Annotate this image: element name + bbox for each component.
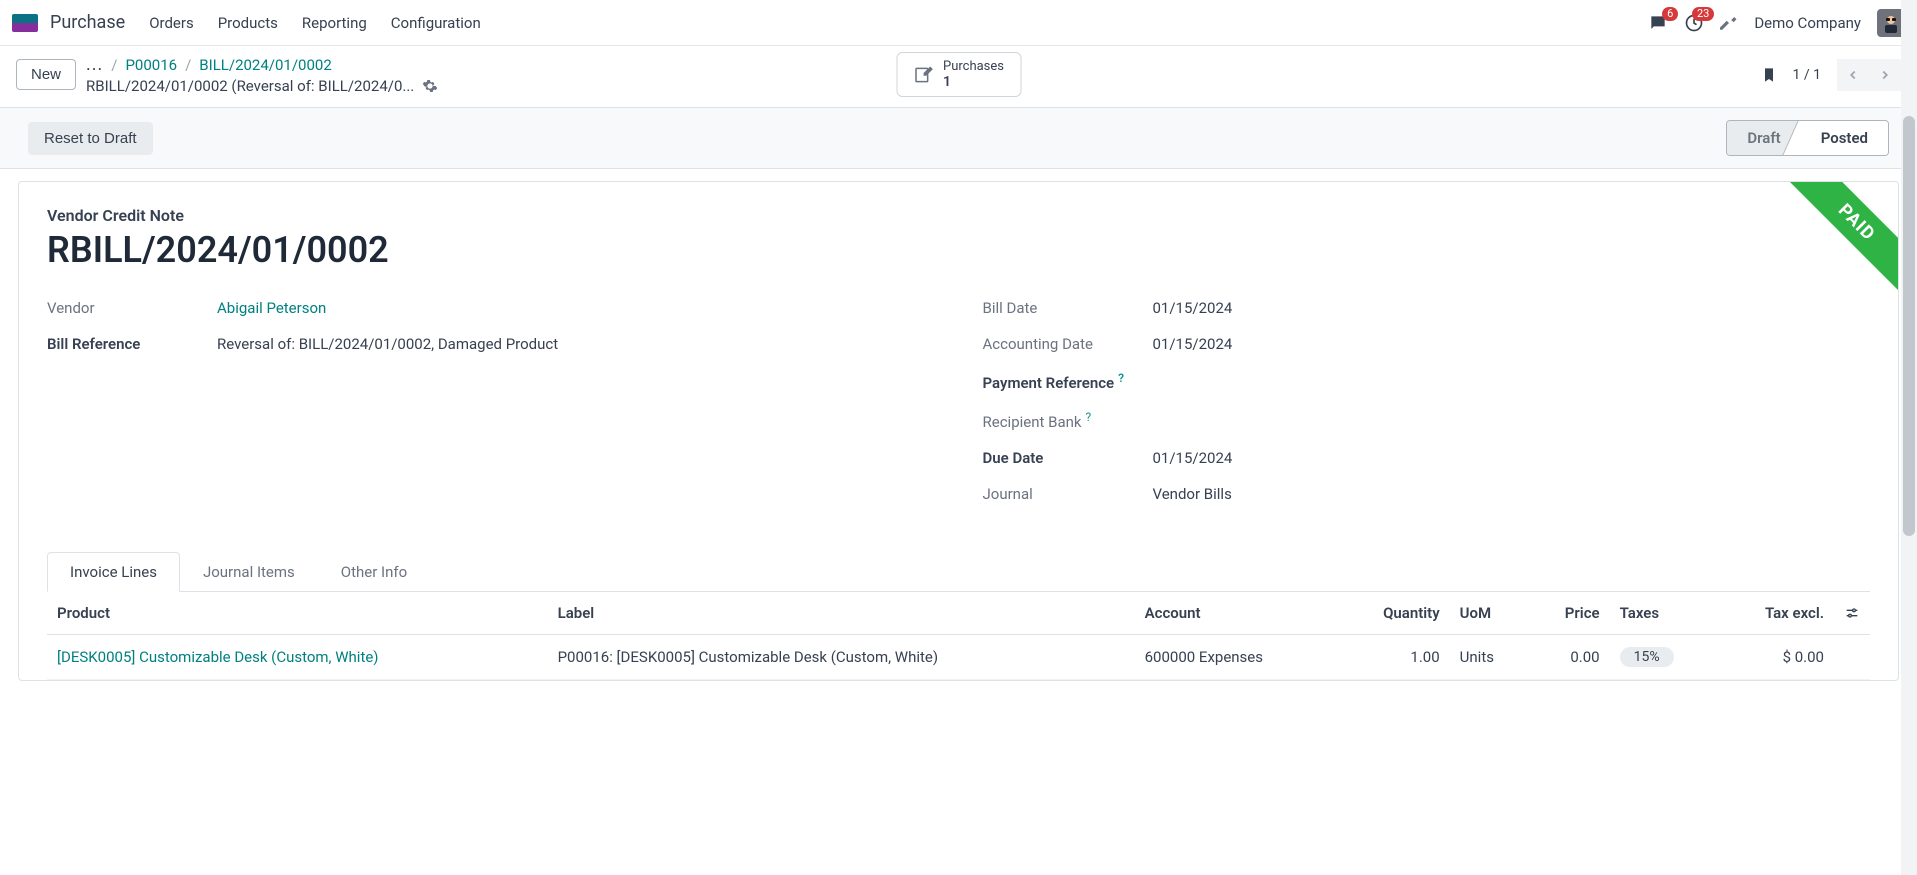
breadcrumb-p00016[interactable]: P00016: [125, 56, 177, 74]
form-col-right: Bill Date 01/15/2024 Accounting Date 01/…: [983, 299, 1871, 521]
cell-account[interactable]: 600000 Expenses: [1135, 635, 1338, 680]
messages-badge: 6: [1662, 7, 1678, 21]
cell-taxes[interactable]: 15%: [1610, 635, 1718, 680]
cell-uom[interactable]: Units: [1450, 635, 1530, 680]
nav-links: Orders Products Reporting Configuration: [149, 14, 481, 32]
payref-value[interactable]: [1153, 371, 1871, 392]
nav-reporting[interactable]: Reporting: [302, 14, 367, 32]
app-title[interactable]: Purchase: [50, 12, 125, 33]
pager-prev[interactable]: [1837, 59, 1869, 91]
chevron-left-icon: [1846, 68, 1860, 82]
status-posted[interactable]: Posted: [1801, 121, 1888, 155]
cell-product[interactable]: [DESK0005] Customizable Desk (Custom, Wh…: [57, 648, 379, 666]
table-row[interactable]: [DESK0005] Customizable Desk (Custom, Wh…: [47, 635, 1870, 680]
pager-next[interactable]: [1869, 59, 1901, 91]
scrollbar-thumb[interactable]: [1903, 116, 1915, 536]
chevron-right-icon: [1878, 68, 1892, 82]
status-bar: Reset to Draft Draft Posted: [0, 107, 1917, 169]
invoice-lines-table: Product Label Account Quantity UoM Price…: [47, 592, 1870, 680]
pencil-square-icon: [913, 65, 933, 85]
vendor-link[interactable]: Abigail Peterson: [217, 299, 326, 317]
breadcrumb-current: RBILL/2024/01/0002 (Reversal of: BILL/20…: [86, 77, 414, 95]
billdate-value: 01/15/2024: [1153, 299, 1871, 317]
sliders-icon: [1844, 605, 1860, 621]
tabs: Invoice Lines Journal Items Other Info: [47, 551, 1870, 592]
th-taxes[interactable]: Taxes: [1610, 592, 1718, 635]
payref-label: Payment Reference?: [983, 371, 1153, 392]
pager-buttons: [1837, 59, 1901, 91]
cell-taxexcl[interactable]: $ 0.00: [1718, 635, 1834, 680]
nav-orders[interactable]: Orders: [149, 14, 194, 32]
breadcrumb-sep: /: [111, 56, 117, 74]
wrench-icon: [1720, 14, 1738, 32]
duedate-value: 01/15/2024: [1153, 449, 1871, 467]
form-sheet: PAID Vendor Credit Note RBILL/2024/01/00…: [18, 181, 1899, 681]
breadcrumb-sep: /: [185, 56, 191, 74]
tab-other-info[interactable]: Other Info: [318, 552, 430, 592]
stat-value: 1: [943, 74, 1004, 90]
breadcrumb-bill[interactable]: BILL/2024/01/0002: [199, 56, 331, 74]
purchases-stat[interactable]: Purchases 1: [896, 52, 1021, 97]
activities-button[interactable]: 23: [1684, 13, 1704, 33]
help-icon[interactable]: ?: [1086, 410, 1092, 424]
th-columns-toggle[interactable]: [1834, 592, 1870, 635]
control-panel-right: 1 / 1: [1761, 59, 1901, 91]
journal-label: Journal: [983, 485, 1153, 503]
acctdate-label: Accounting Date: [983, 335, 1153, 353]
control-panel: New ... / P00016 / BILL/2024/01/0002 RBI…: [0, 46, 1917, 107]
th-product[interactable]: Product: [47, 592, 548, 635]
billref-label: Bill Reference: [47, 335, 217, 353]
th-uom[interactable]: UoM: [1450, 592, 1530, 635]
vendor-label: Vendor: [47, 299, 217, 317]
nav-products[interactable]: Products: [218, 14, 278, 32]
bookmark-button[interactable]: [1761, 65, 1777, 85]
doc-type: Vendor Credit Note: [47, 206, 1870, 225]
tax-pill: 15%: [1620, 647, 1674, 667]
breadcrumb: ... / P00016 / BILL/2024/01/0002 RBILL/2…: [86, 54, 438, 95]
th-quantity[interactable]: Quantity: [1337, 592, 1449, 635]
top-nav: Purchase Orders Products Reporting Confi…: [0, 0, 1917, 46]
debug-button[interactable]: [1720, 14, 1738, 32]
tab-invoice-lines[interactable]: Invoice Lines: [47, 552, 180, 592]
gear-icon: [422, 78, 438, 94]
status-pills: Draft Posted: [1726, 120, 1889, 156]
reset-to-draft-button[interactable]: Reset to Draft: [28, 122, 153, 155]
company-name[interactable]: Demo Company: [1754, 14, 1861, 32]
pager-text[interactable]: 1 / 1: [1793, 67, 1821, 83]
nav-configuration[interactable]: Configuration: [391, 14, 481, 32]
breadcrumb-ellipsis[interactable]: ...: [86, 54, 103, 75]
new-button[interactable]: New: [16, 59, 76, 90]
avatar-icon: [1879, 11, 1903, 35]
cell-price[interactable]: 0.00: [1529, 635, 1609, 680]
help-icon[interactable]: ?: [1118, 371, 1124, 385]
billdate-label: Bill Date: [983, 299, 1153, 317]
th-account[interactable]: Account: [1135, 592, 1338, 635]
topnav-right: 6 23 Demo Company: [1648, 9, 1905, 37]
recbank-value[interactable]: [1153, 410, 1871, 431]
cell-quantity[interactable]: 1.00: [1337, 635, 1449, 680]
cell-label[interactable]: P00016: [DESK0005] Customizable Desk (Cu…: [548, 635, 1135, 680]
recbank-label: Recipient Bank?: [983, 410, 1153, 431]
scrollbar[interactable]: [1901, 0, 1917, 875]
activities-badge: 23: [1692, 7, 1714, 21]
th-taxexcl[interactable]: Tax excl.: [1718, 592, 1834, 635]
acctdate-value: 01/15/2024: [1153, 335, 1871, 353]
form-grid: Vendor Abigail Peterson Bill Reference R…: [47, 299, 1870, 521]
bookmark-icon: [1761, 65, 1777, 85]
th-price[interactable]: Price: [1529, 592, 1609, 635]
doc-number: RBILL/2024/01/0002: [47, 229, 1870, 271]
table-header-row: Product Label Account Quantity UoM Price…: [47, 592, 1870, 635]
duedate-label: Due Date: [983, 449, 1153, 467]
tab-journal-items[interactable]: Journal Items: [180, 552, 318, 592]
journal-value: Vendor Bills: [1153, 485, 1871, 503]
app-logo[interactable]: [12, 14, 38, 32]
stat-label: Purchases: [943, 59, 1004, 74]
messages-button[interactable]: 6: [1648, 13, 1668, 33]
actions-gear[interactable]: [422, 78, 438, 94]
th-label[interactable]: Label: [548, 592, 1135, 635]
billref-value: Reversal of: BILL/2024/01/0002, Damaged …: [217, 335, 935, 353]
form-col-left: Vendor Abigail Peterson Bill Reference R…: [47, 299, 935, 521]
